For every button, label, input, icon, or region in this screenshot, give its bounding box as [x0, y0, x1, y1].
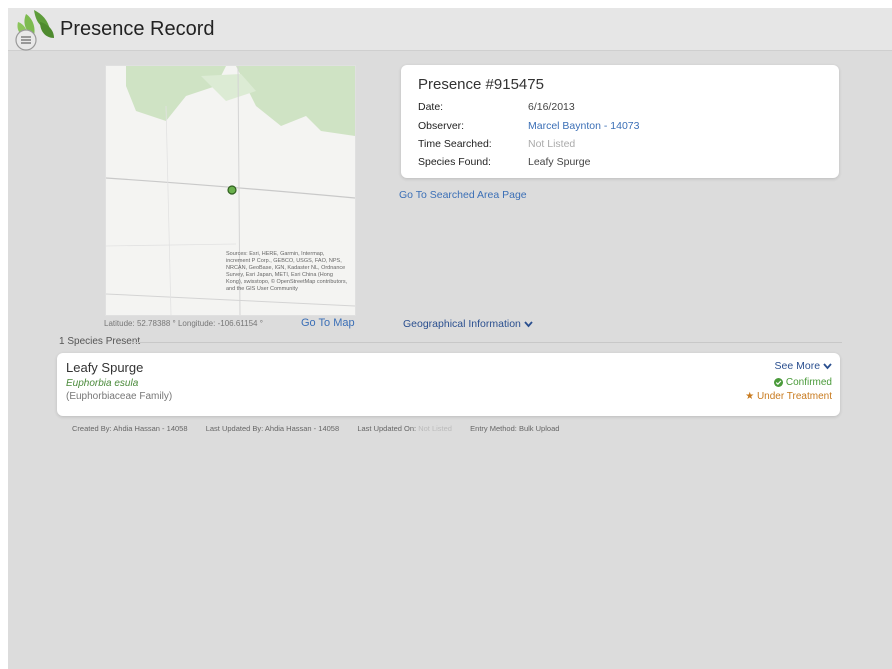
page-title: Presence Record [60, 18, 215, 40]
latitude-value: 52.78388 ° [136, 319, 176, 328]
latitude-label: Latitude: [104, 319, 135, 328]
date-value: 6/16/2013 [528, 101, 575, 113]
page-header: Presence Record [8, 8, 892, 51]
star-icon: ★ [745, 391, 755, 402]
species-card: Leafy Spurge Euphorbia esula (Euphorbiac… [57, 353, 840, 416]
map-coordinates: Latitude: 52.78388 ° Longitude: -106.611… [104, 319, 263, 328]
status-under-treatment: ★ Under Treatment [745, 391, 832, 402]
location-dot-icon [227, 185, 237, 195]
updated-on-label: Last Updated On: [357, 424, 417, 433]
see-more-label: See More [774, 360, 821, 372]
go-to-searched-area-link[interactable]: Go To Searched Area Page [399, 189, 527, 201]
map-attribution: Sources: Esri, HERE, Garmin, Intermap, i… [226, 251, 348, 292]
updated-on-value: Not Listed [418, 424, 452, 433]
species-found-value: Leafy Spurge [528, 156, 591, 168]
entry-method-value: Bulk Upload [518, 424, 560, 433]
record-title: Presence #915475 [418, 76, 544, 93]
geographical-information-toggle[interactable]: Geographical Information [403, 318, 533, 330]
observer-label: Observer: [418, 120, 465, 132]
check-circle-icon [774, 377, 784, 387]
updated-by-value: Ahdia Hassan - 14058 [264, 424, 340, 433]
status-confirmed: Confirmed [774, 377, 832, 388]
status-treatment-label: Under Treatment [756, 391, 832, 402]
date-label: Date: [418, 101, 444, 113]
updated-by-label: Last Updated By: [205, 424, 264, 433]
go-to-map-link[interactable]: Go To Map [301, 317, 355, 329]
record-summary-card: Presence #915475 Date: 6/16/2013 Observe… [401, 65, 839, 178]
chevron-down-icon [823, 363, 832, 370]
created-by-value: Ahdia Hassan - 14058 [113, 424, 188, 433]
time-searched-label: Time Searched: [418, 138, 492, 150]
species-found-label: Species Found: [418, 156, 491, 168]
species-family: (Euphorbiaceae Family) [66, 391, 173, 402]
status-confirmed-label: Confirmed [785, 377, 832, 388]
chevron-down-icon [524, 321, 533, 328]
created-by-label: Created By: [72, 424, 112, 433]
longitude-label: Longitude: [177, 319, 216, 328]
record-metadata: Created By: Ahdia Hassan - 14058 Last Up… [72, 424, 559, 433]
longitude-value: -106.61154 ° [217, 319, 263, 328]
observer-link[interactable]: Marcel Baynton - 14073 [528, 120, 639, 132]
app-frame: Presence Record Sources: Esri, HERE, Gar… [8, 8, 892, 669]
species-scientific-name: Euphorbia esula [66, 378, 139, 389]
see-more-button[interactable]: See More [775, 360, 832, 372]
species-section-heading: 1 Species Present [59, 336, 141, 347]
species-common-name: Leafy Spurge [66, 360, 144, 375]
geographical-information-label: Geographical Information [403, 318, 521, 330]
time-searched-value: Not Listed [528, 138, 576, 150]
entry-method-label: Entry Method: [470, 424, 517, 433]
section-divider [132, 342, 842, 343]
location-map[interactable]: Sources: Esri, HERE, Garmin, Intermap, i… [105, 65, 356, 316]
leaf-menu-icon[interactable] [12, 8, 56, 54]
